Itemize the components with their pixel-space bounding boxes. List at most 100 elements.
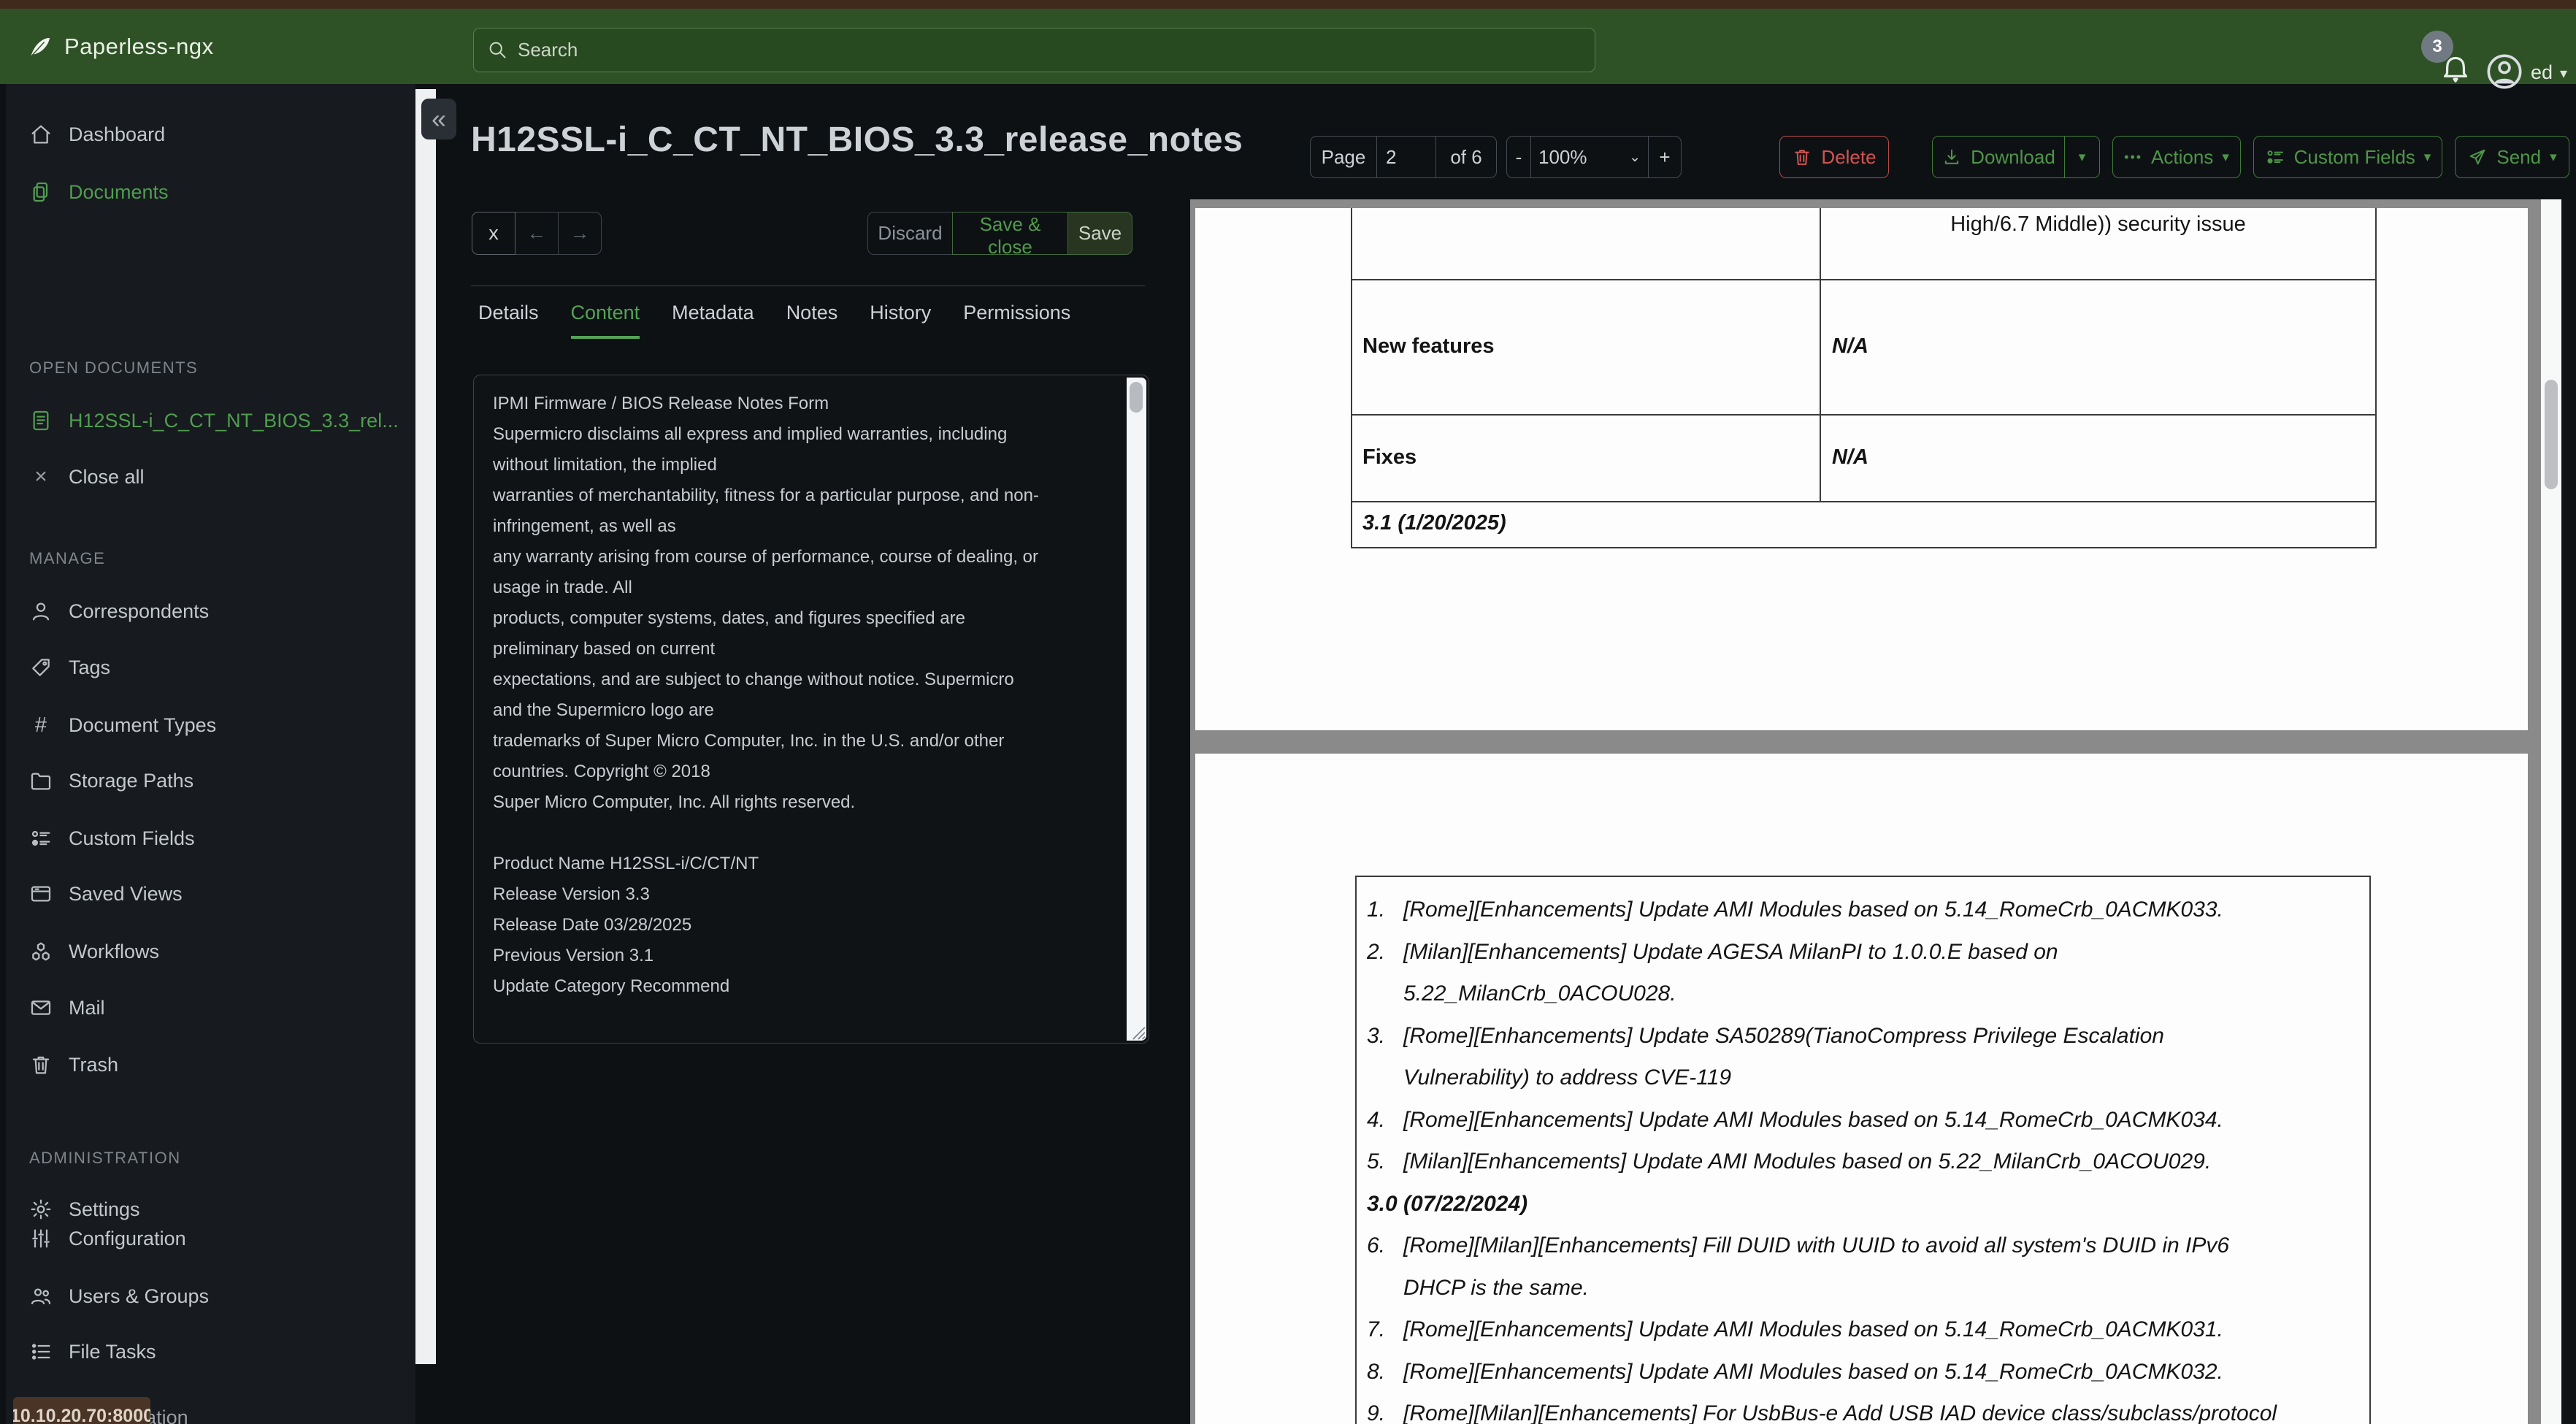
paperless-logo-icon xyxy=(25,32,55,63)
close-document-button[interactable]: x xyxy=(472,212,515,255)
sidebar-item-document-types[interactable]: # Document Types xyxy=(29,709,216,741)
sidebar-item-close-all[interactable]: × Close all xyxy=(29,461,145,493)
sidebar-item-mail[interactable]: Mail xyxy=(29,992,105,1024)
content-text[interactable]: IPMI Firmware / BIOS Release Notes Form … xyxy=(493,388,1106,1031)
download-button[interactable]: Download xyxy=(1932,136,2065,178)
user-menu-caret-icon[interactable]: ▾ xyxy=(2560,64,2567,83)
preview-scrollbar-thumb[interactable] xyxy=(2545,380,2558,489)
discard-button[interactable]: Discard xyxy=(867,212,953,255)
download-dropdown-button[interactable]: ▾ xyxy=(2064,136,2100,178)
page-total-label: of 6 xyxy=(1435,136,1497,178)
document-nav-group: x ← → xyxy=(472,212,602,255)
custom-fields-icon xyxy=(29,827,53,850)
sidebar-item-label: Storage Paths xyxy=(69,769,194,792)
sidebar-item-saved-views[interactable]: Saved Views xyxy=(29,878,183,910)
preview-scrollbar[interactable] xyxy=(2541,199,2561,1424)
sidebar-item-workflows[interactable]: Workflows xyxy=(29,935,159,968)
list-item: 9. [Rome][Milan][Enhancements] For UsbBus… xyxy=(1367,1401,2277,1424)
tab-content[interactable]: Content xyxy=(570,302,640,339)
page-label: Page xyxy=(1310,136,1377,178)
zoom-in-button[interactable]: + xyxy=(1648,136,1682,178)
table-cell-partial: High/6.7 Middle)) security issue xyxy=(1950,213,2246,236)
sidebar-item-label: Mail xyxy=(69,996,105,1019)
search-input[interactable] xyxy=(516,28,1563,72)
textarea-scrollbar[interactable] xyxy=(1127,378,1146,1041)
save-button-group: Discard Save & close Save xyxy=(867,212,1132,258)
download-label: Download xyxy=(1971,145,2055,168)
tab-details[interactable]: Details xyxy=(478,302,539,339)
page-number-input[interactable] xyxy=(1384,145,1422,169)
mail-icon xyxy=(29,996,53,1019)
hash-icon: # xyxy=(34,713,47,737)
sidebar-item-label: Trash xyxy=(69,1053,119,1076)
close-all-label: Close all xyxy=(69,465,145,488)
sidebar-item-open-document[interactable]: H12SSL-i_C_CT_NT_BIOS_3.3_rel... xyxy=(29,405,399,437)
folder-icon xyxy=(29,769,53,792)
sidebar-item-storage-paths[interactable]: Storage Paths xyxy=(29,765,193,797)
preview-right-edge xyxy=(2561,199,2576,1424)
browser-top-strip xyxy=(0,0,2576,9)
page-title: H12SSL-i_C_CT_NT_BIOS_3.3_release_notes xyxy=(471,120,1243,159)
pdf-page-1: High/6.7 Middle)) security issue New fea… xyxy=(1195,208,2528,730)
next-document-button[interactable]: → xyxy=(558,212,602,255)
actions-label: Actions xyxy=(2151,145,2214,168)
status-url-tooltip: 10.10.20.70:8000 xyxy=(13,1397,150,1424)
app-header: Paperless-ngx 3 ed ▾ xyxy=(0,9,2576,89)
sidebar-scrollbar[interactable] xyxy=(415,89,436,1364)
sidebar-item-tags[interactable]: Tags xyxy=(29,651,110,684)
home-icon xyxy=(29,123,53,146)
user-avatar-icon[interactable] xyxy=(2485,53,2523,91)
sidebar-item-correspondents[interactable]: Correspondents xyxy=(29,595,209,627)
sidebar-item-documents[interactable]: Documents xyxy=(29,176,169,208)
tab-permissions[interactable]: Permissions xyxy=(963,302,1070,339)
zoom-control: - 100% ⌄ + xyxy=(1506,136,1682,178)
sidebar-item-configuration[interactable]: Configuration xyxy=(29,1222,186,1255)
list-item: 2. [Milan][Enhancements] Update AGESA Mil… xyxy=(1367,939,2058,1006)
send-icon xyxy=(2470,149,2485,165)
textarea-scrollbar-thumb[interactable] xyxy=(1130,382,1143,413)
save-and-close-button[interactable]: Save & close xyxy=(952,212,1068,258)
delete-button[interactable]: Delete xyxy=(1779,136,1889,178)
document-text-icon xyxy=(29,409,53,432)
tab-history[interactable]: History xyxy=(870,302,931,339)
username-label[interactable]: ed xyxy=(2531,61,2553,84)
custom-fields-button[interactable]: Custom Fields ▾ xyxy=(2253,136,2442,178)
sidebar-item-custom-fields[interactable]: Custom Fields xyxy=(29,822,195,854)
list-item: 1. [Rome][Enhancements] Update AMI Module… xyxy=(1367,897,2223,922)
release-notes-table: High/6.7 Middle)) security issue New fea… xyxy=(1351,208,2377,548)
tab-metadata[interactable]: Metadata xyxy=(672,302,754,339)
tag-icon xyxy=(29,656,53,679)
app-title: Paperless-ngx xyxy=(64,34,214,59)
save-button[interactable]: Save xyxy=(1067,212,1132,255)
sidebar-item-users-groups[interactable]: Users & Groups xyxy=(29,1280,209,1312)
collapse-sidebar-button[interactable]: « xyxy=(421,99,456,139)
resize-handle-icon[interactable] xyxy=(1127,1021,1147,1041)
sidebar-item-label: File Tasks xyxy=(69,1340,156,1363)
sliders-icon xyxy=(29,1227,53,1250)
sidebar-item-file-tasks[interactable]: File Tasks xyxy=(29,1336,156,1368)
sidebar-item-label: Saved Views xyxy=(69,882,183,905)
administration-header: ADMINISTRATION xyxy=(29,1149,181,1167)
change-list-box: 1. [Rome][Enhancements] Update AMI Module… xyxy=(1355,876,2371,1424)
send-label: Send xyxy=(2496,145,2542,168)
tab-notes[interactable]: Notes xyxy=(786,302,838,339)
download-icon xyxy=(1945,149,1959,164)
send-button[interactable]: Send ▾ xyxy=(2455,136,2569,178)
sidebar-item-dashboard[interactable]: Dashboard xyxy=(29,118,165,150)
table-version-row: 3.1 (1/20/2025) xyxy=(1362,511,1506,535)
zoom-select[interactable]: 100% ⌄ xyxy=(1530,136,1649,178)
search-icon xyxy=(489,42,506,58)
actions-button[interactable]: ••• Actions ▾ xyxy=(2112,136,2241,178)
bell-icon[interactable] xyxy=(2439,50,2472,83)
pdf-page-2: 1. [Rome][Enhancements] Update AMI Module… xyxy=(1195,754,2528,1424)
sidebar-item-trash[interactable]: Trash xyxy=(29,1049,118,1081)
previous-document-button[interactable]: ← xyxy=(515,212,559,255)
sidebar-item-label: Dashboard xyxy=(69,123,166,145)
zoom-out-button[interactable]: - xyxy=(1506,136,1531,178)
window-icon xyxy=(29,882,53,906)
zoom-value: 100% xyxy=(1538,145,1587,168)
global-search[interactable] xyxy=(473,28,1595,72)
content-textarea[interactable]: IPMI Firmware / BIOS Release Notes Form … xyxy=(473,375,1149,1044)
caret-down-icon: ▾ xyxy=(2423,149,2431,165)
sidebar-item-settings[interactable]: Settings xyxy=(29,1193,140,1225)
